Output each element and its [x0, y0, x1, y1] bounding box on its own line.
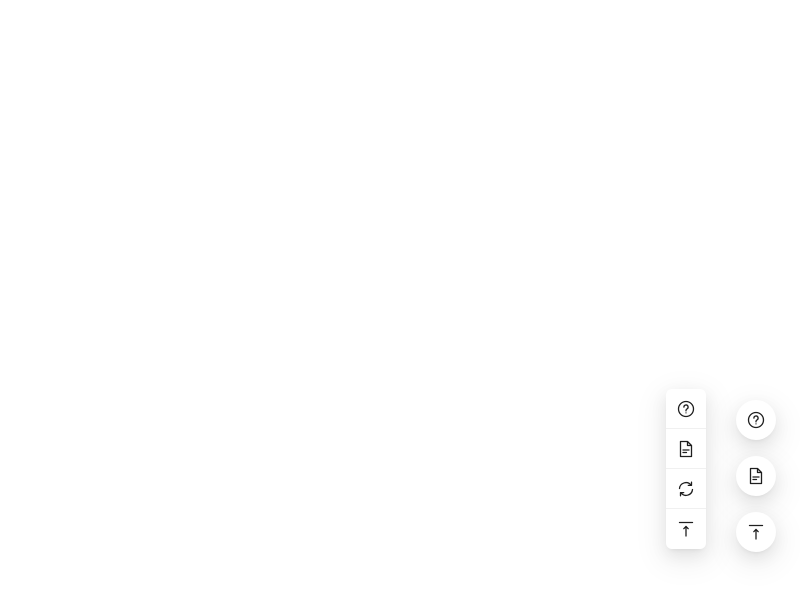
page — [0, 0, 800, 600]
sync-icon — [677, 480, 695, 498]
question-circle-icon — [747, 411, 765, 429]
question-circle-icon — [677, 400, 695, 418]
document-button[interactable] — [666, 429, 706, 469]
file-text-icon — [677, 440, 695, 458]
help-button[interactable] — [666, 389, 706, 429]
back-to-top-button[interactable] — [666, 509, 706, 549]
vertical-align-top-icon — [747, 523, 765, 541]
float-button-group-square — [666, 389, 706, 549]
file-text-icon — [747, 467, 765, 485]
help-circle-button[interactable] — [736, 400, 776, 440]
document-circle-button[interactable] — [736, 456, 776, 496]
vertical-align-top-icon — [677, 520, 695, 538]
sync-button[interactable] — [666, 469, 706, 509]
back-to-top-circle-button[interactable] — [736, 512, 776, 552]
